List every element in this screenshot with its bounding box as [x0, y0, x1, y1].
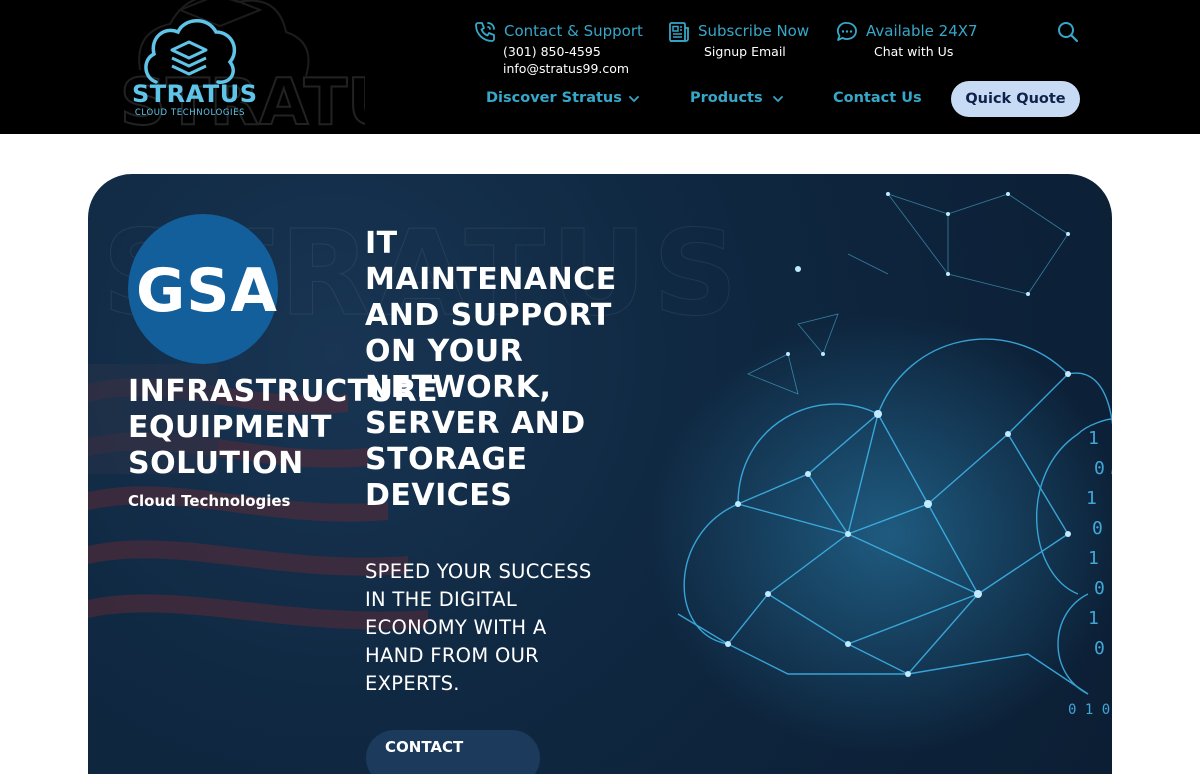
svg-text:0: 0	[1094, 578, 1105, 599]
hero-left-subtitle: Cloud Technologies	[128, 492, 291, 510]
contact-support-title[interactable]: Contact & Support	[504, 22, 643, 40]
subscribe-title[interactable]: Subscribe Now	[698, 22, 809, 40]
logo-tagline: CLOUD TECHNOLOGIES	[134, 108, 246, 118]
svg-text:1: 1	[1088, 608, 1099, 629]
stratus-logo[interactable]: STRATUS CLOUD TECHNOLOGIES	[132, 12, 258, 122]
cloud-network-image: 1 0 1 0 1 0 1 0 0 1 0	[648, 192, 1112, 754]
gsa-badge-text: GSA	[136, 256, 278, 326]
newspaper-icon	[669, 22, 689, 42]
chat-title[interactable]: Available 24X7	[866, 22, 978, 40]
svg-text:0: 0	[1094, 458, 1105, 479]
contact-support-block[interactable]: Contact & Support (301) 850-4595 info@st…	[473, 20, 643, 80]
contact-email[interactable]: info@stratus99.com	[503, 61, 629, 76]
contact-button[interactable]: CONTACT	[366, 730, 540, 774]
chat-block[interactable]: Available 24X7 Chat with Us	[835, 20, 978, 64]
chevron-down-icon[interactable]	[771, 92, 785, 106]
hero-title: IT MAINTENANCE AND SUPPORT ON YOUR NETWO…	[365, 226, 617, 513]
svg-text:0 1 0: 0 1 0	[1068, 702, 1110, 718]
subscribe-subtitle[interactable]: Signup Email	[704, 44, 786, 59]
contact-phone[interactable]: (301) 850-4595	[503, 44, 601, 59]
svg-text:1: 1	[1088, 428, 1099, 449]
svg-text:1: 1	[1088, 548, 1099, 569]
hero-subtitle: SPEED YOUR SUCCESS IN THE DIGITAL ECONOM…	[365, 560, 592, 695]
quick-quote-button[interactable]: Quick Quote	[951, 81, 1080, 117]
phone-icon	[475, 22, 495, 42]
site-header: STRATUS STRATUS CLOUD TECHNOLOGIES Conta…	[0, 0, 1200, 134]
chat-subtitle[interactable]: Chat with Us	[874, 44, 953, 59]
svg-text:0: 0	[1092, 518, 1103, 539]
chat-icon	[837, 22, 857, 41]
chevron-down-icon[interactable]	[627, 92, 641, 106]
nav-products[interactable]: Products	[690, 90, 763, 106]
logo-name: STRATUS	[132, 80, 258, 108]
cloud-stack-logo-icon	[144, 19, 237, 84]
svg-text:0: 0	[1094, 638, 1105, 659]
nav-contact-us[interactable]: Contact Us	[833, 90, 922, 106]
hero-banner: STRATUS 1 0 1 0 1 0 1 0 0 1 0 GSA INFRAS…	[88, 174, 1112, 774]
svg-text:1: 1	[1086, 488, 1097, 509]
subscribe-block[interactable]: Subscribe Now Signup Email	[667, 20, 809, 64]
nav-discover-stratus[interactable]: Discover Stratus	[486, 90, 622, 106]
gsa-badge: GSA	[128, 214, 278, 364]
search-icon[interactable]	[1056, 20, 1080, 44]
